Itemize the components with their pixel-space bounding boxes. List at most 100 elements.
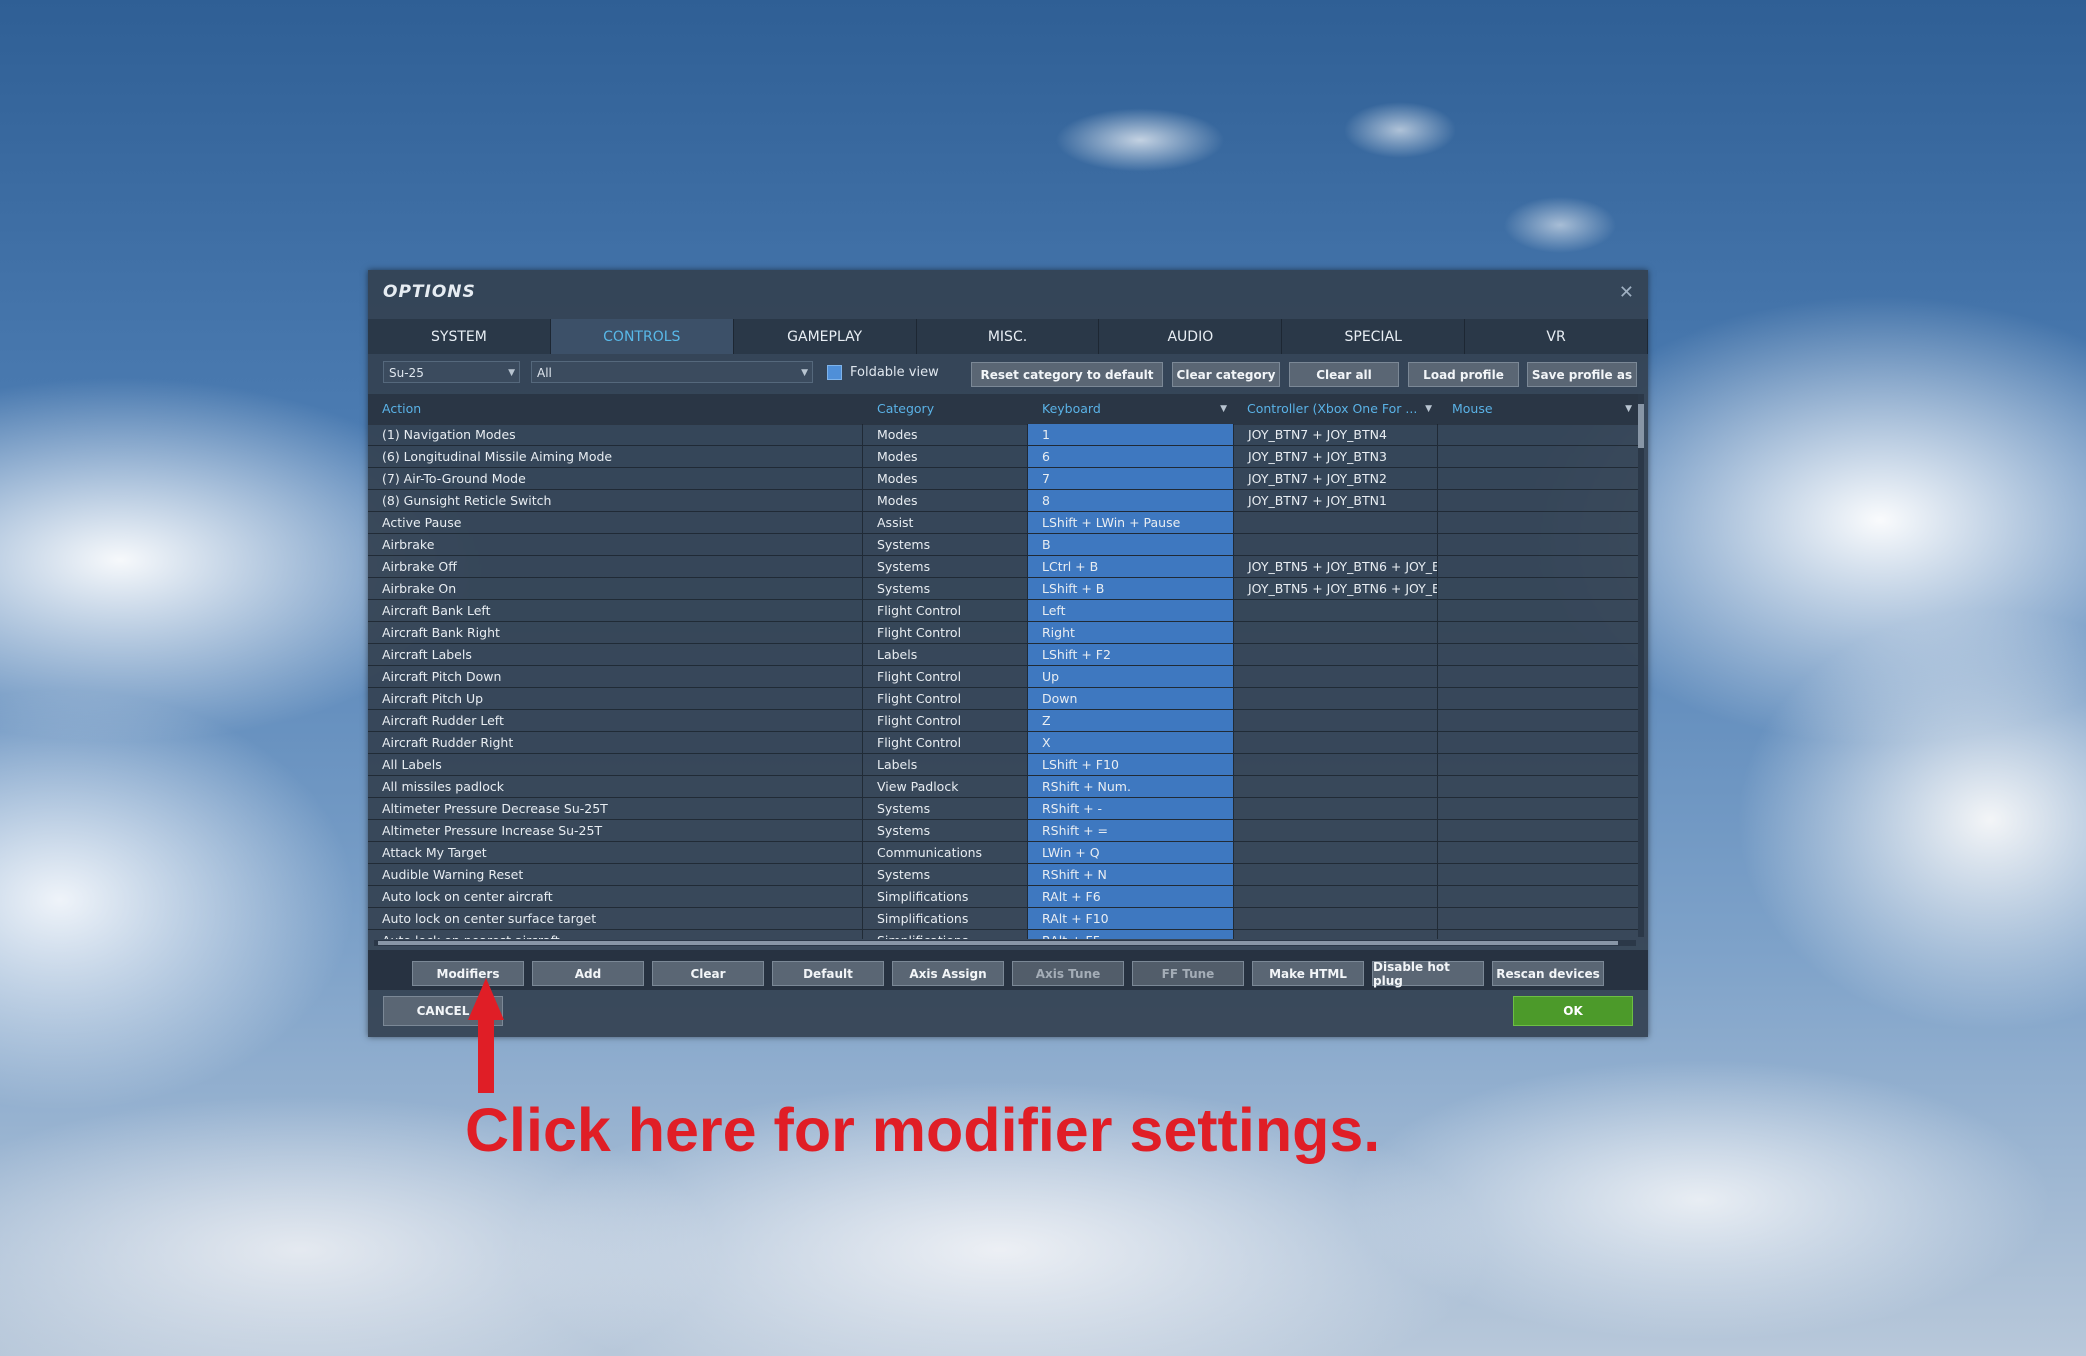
cell-category[interactable]: Communications	[863, 842, 1028, 863]
cell-action[interactable]: (6) Longitudinal Missile Aiming Mode	[368, 446, 863, 467]
clear-button[interactable]: Clear	[652, 961, 764, 986]
cell-mouse[interactable]	[1438, 842, 1638, 863]
cell-mouse[interactable]	[1438, 446, 1638, 467]
table-row[interactable]: Airbrake On Systems LShift + B JOY_BTN5 + J…	[368, 578, 1638, 600]
cell-keyboard[interactable]: RShift + N	[1028, 864, 1233, 885]
cell-mouse[interactable]	[1438, 666, 1638, 687]
chevron-down-icon[interactable]: ▼	[1425, 394, 1432, 424]
cell-category[interactable]: Modes	[863, 468, 1028, 489]
cell-controller[interactable]	[1233, 842, 1438, 863]
cell-controller[interactable]	[1233, 776, 1438, 797]
cell-category[interactable]: Systems	[863, 556, 1028, 577]
cell-action[interactable]: Aircraft Pitch Up	[368, 688, 863, 709]
cell-keyboard[interactable]: 8	[1028, 490, 1233, 511]
cell-keyboard[interactable]: Down	[1028, 688, 1233, 709]
table-row[interactable]: Aircraft Labels Labels LShift + F2	[368, 644, 1638, 666]
table-row[interactable]: Aircraft Bank Right Flight Control Right	[368, 622, 1638, 644]
cell-keyboard[interactable]: B	[1028, 534, 1233, 555]
cell-controller[interactable]: JOY_BTN5 + JOY_BTN6 + JOY_BT	[1233, 556, 1438, 577]
table-row[interactable]: Aircraft Rudder Right Flight Control X	[368, 732, 1638, 754]
cell-action[interactable]: Aircraft Rudder Right	[368, 732, 863, 753]
table-row[interactable]: (7) Air-To-Ground Mode Modes 7 JOY_BTN7 + J…	[368, 468, 1638, 490]
cell-action[interactable]: Audible Warning Reset	[368, 864, 863, 885]
cell-controller[interactable]	[1233, 622, 1438, 643]
cell-mouse[interactable]	[1438, 930, 1638, 939]
tab-system[interactable]: SYSTEM	[368, 319, 551, 354]
table-row[interactable]: Auto lock on center surface target Simpli…	[368, 908, 1638, 930]
cell-keyboard[interactable]: Up	[1028, 666, 1233, 687]
cell-controller[interactable]	[1233, 710, 1438, 731]
table-row[interactable]: Auto lock on nearest aircraftSimplificat…	[368, 930, 1638, 939]
cell-mouse[interactable]	[1438, 688, 1638, 709]
table-row[interactable]: Aircraft Rudder Left Flight Control Z	[368, 710, 1638, 732]
cell-action[interactable]: Auto lock on center surface target	[368, 908, 863, 929]
table-row[interactable]: Attack My Target Communications LWin + Q	[368, 842, 1638, 864]
cell-mouse[interactable]	[1438, 754, 1638, 775]
cell-keyboard[interactable]: LShift + F2	[1028, 644, 1233, 665]
cell-keyboard[interactable]: 6	[1028, 446, 1233, 467]
save-profile-as-button[interactable]: Save profile as	[1527, 362, 1637, 387]
tab-vr[interactable]: VR	[1465, 319, 1649, 354]
cell-keyboard[interactable]: RShift + =	[1028, 820, 1233, 841]
cell-controller[interactable]	[1233, 798, 1438, 819]
table-row[interactable]: Audible Warning Reset Systems RShift + N	[368, 864, 1638, 886]
foldable-view-checkbox[interactable]	[827, 365, 842, 380]
cell-action[interactable]: Airbrake Off	[368, 556, 863, 577]
disable-hot-plug-button[interactable]: Disable hot plug	[1372, 960, 1484, 988]
rescan-devices-button[interactable]: Rescan devices	[1492, 961, 1604, 986]
cell-action[interactable]: Aircraft Pitch Down	[368, 666, 863, 687]
cell-mouse[interactable]	[1438, 908, 1638, 929]
clear-category-button[interactable]: Clear category	[1172, 362, 1280, 387]
cell-action[interactable]: Auto lock on nearest aircraft	[368, 930, 863, 939]
cell-mouse[interactable]	[1438, 512, 1638, 533]
table-row[interactable]: (1) Navigation Modes Modes 1 JOY_BTN7 + JOY…	[368, 424, 1638, 446]
make-html-button[interactable]: Make HTML	[1252, 961, 1364, 986]
clear-all-button[interactable]: Clear all	[1289, 362, 1399, 387]
load-profile-button[interactable]: Load profile	[1408, 362, 1519, 387]
cell-category[interactable]: Simplifications	[863, 930, 1028, 939]
cell-category[interactable]: Flight Control	[863, 732, 1028, 753]
table-row[interactable]: Airbrake Systems B	[368, 534, 1638, 556]
scrollbar-thumb[interactable]	[378, 941, 1618, 945]
cell-action[interactable]: All Labels	[368, 754, 863, 775]
cell-action[interactable]: Airbrake	[368, 534, 863, 555]
add-button[interactable]: Add	[532, 961, 644, 986]
cell-category[interactable]: Labels	[863, 754, 1028, 775]
cell-keyboard[interactable]: RAlt + F5	[1028, 930, 1233, 939]
table-row[interactable]: Airbrake Off Systems LCtrl + B JOY_BTN5 + J…	[368, 556, 1638, 578]
cell-mouse[interactable]	[1438, 864, 1638, 885]
cell-controller[interactable]	[1233, 688, 1438, 709]
tab-audio[interactable]: AUDIO	[1099, 319, 1283, 354]
cell-action[interactable]: (1) Navigation Modes	[368, 424, 863, 445]
cell-category[interactable]: Modes	[863, 446, 1028, 467]
cell-action[interactable]: Altimeter Pressure Increase Su-25T	[368, 820, 863, 841]
cell-controller[interactable]: JOY_BTN7 + JOY_BTN3	[1233, 446, 1438, 467]
cell-controller[interactable]: JOY_BTN7 + JOY_BTN1	[1233, 490, 1438, 511]
cell-category[interactable]: Flight Control	[863, 710, 1028, 731]
cell-controller[interactable]: JOY_BTN7 + JOY_BTN2	[1233, 468, 1438, 489]
table-row[interactable]: Aircraft Pitch Up Flight Control Down	[368, 688, 1638, 710]
cell-category[interactable]: Flight Control	[863, 600, 1028, 621]
column-header-action[interactable]: Action	[368, 394, 863, 424]
column-header-mouse[interactable]: Mouse ▼	[1438, 394, 1638, 424]
cell-keyboard[interactable]: RShift + -	[1028, 798, 1233, 819]
cell-mouse[interactable]	[1438, 732, 1638, 753]
cell-controller[interactable]	[1233, 666, 1438, 687]
cell-mouse[interactable]	[1438, 556, 1638, 577]
cell-category[interactable]: Flight Control	[863, 688, 1028, 709]
cell-keyboard[interactable]: LShift + B	[1028, 578, 1233, 599]
table-row[interactable]: All Labels Labels LShift + F10	[368, 754, 1638, 776]
scrollbar-thumb[interactable]	[1638, 404, 1644, 448]
cell-keyboard[interactable]: X	[1028, 732, 1233, 753]
vertical-scrollbar[interactable]	[1638, 394, 1644, 937]
cell-mouse[interactable]	[1438, 424, 1638, 445]
cell-keyboard[interactable]: LCtrl + B	[1028, 556, 1233, 577]
cell-category[interactable]: Systems	[863, 820, 1028, 841]
cell-mouse[interactable]	[1438, 710, 1638, 731]
cell-controller[interactable]	[1233, 644, 1438, 665]
axis-assign-button[interactable]: Axis Assign	[892, 961, 1004, 986]
cell-category[interactable]: Systems	[863, 864, 1028, 885]
cell-controller[interactable]	[1233, 820, 1438, 841]
cell-keyboard[interactable]: RAlt + F6	[1028, 886, 1233, 907]
cell-controller[interactable]	[1233, 732, 1438, 753]
